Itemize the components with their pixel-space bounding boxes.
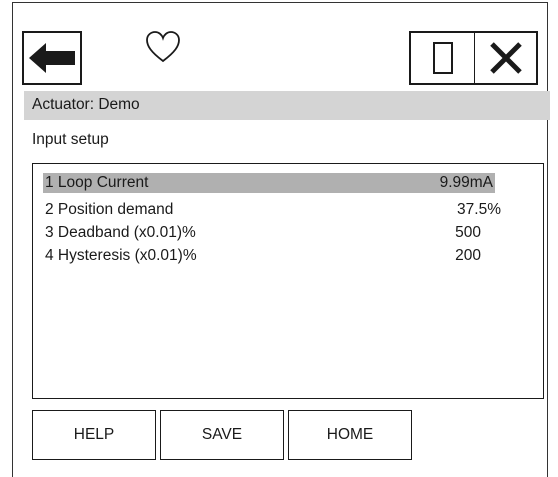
list-item-value: 9.99mA [439, 174, 493, 191]
close-x-icon [489, 42, 522, 74]
empty-rectangle-icon [432, 42, 453, 74]
help-button[interactable]: HELP [32, 410, 156, 460]
list-item-loop-current[interactable]: 1 Loop Current 9.99mA [43, 173, 495, 193]
heart-outline-icon[interactable] [145, 30, 181, 64]
parameter-list: 1 Loop Current 9.99mA 2 Position demand … [32, 163, 544, 399]
title-bar: Actuator: Demo [24, 91, 550, 120]
left-arrow-icon [29, 43, 75, 73]
save-button[interactable]: SAVE [160, 410, 284, 460]
list-item-deadband[interactable]: 3 Deadband (x0.01)% 500 [43, 223, 495, 243]
page-subtitle: Input setup [32, 131, 109, 148]
list-item-value: 200 [455, 247, 481, 264]
list-item-label: 3 Deadband (x0.01)% [45, 224, 196, 241]
list-item-value: 37.5% [457, 201, 501, 218]
list-item-label: 2 Position demand [45, 201, 174, 218]
blank-button[interactable] [409, 31, 475, 85]
list-item-label: 4 Hysteresis (x0.01)% [45, 247, 197, 264]
home-button[interactable]: HOME [288, 410, 412, 460]
close-button[interactable] [474, 31, 538, 85]
actuator-title: Actuator: Demo [32, 96, 140, 113]
back-button[interactable] [22, 31, 82, 85]
list-item-hysteresis[interactable]: 4 Hysteresis (x0.01)% 200 [43, 246, 495, 266]
list-item-position-demand[interactable]: 2 Position demand 37.5% [43, 200, 501, 220]
list-item-label: 1 Loop Current [45, 174, 149, 191]
list-item-value: 500 [455, 224, 481, 241]
